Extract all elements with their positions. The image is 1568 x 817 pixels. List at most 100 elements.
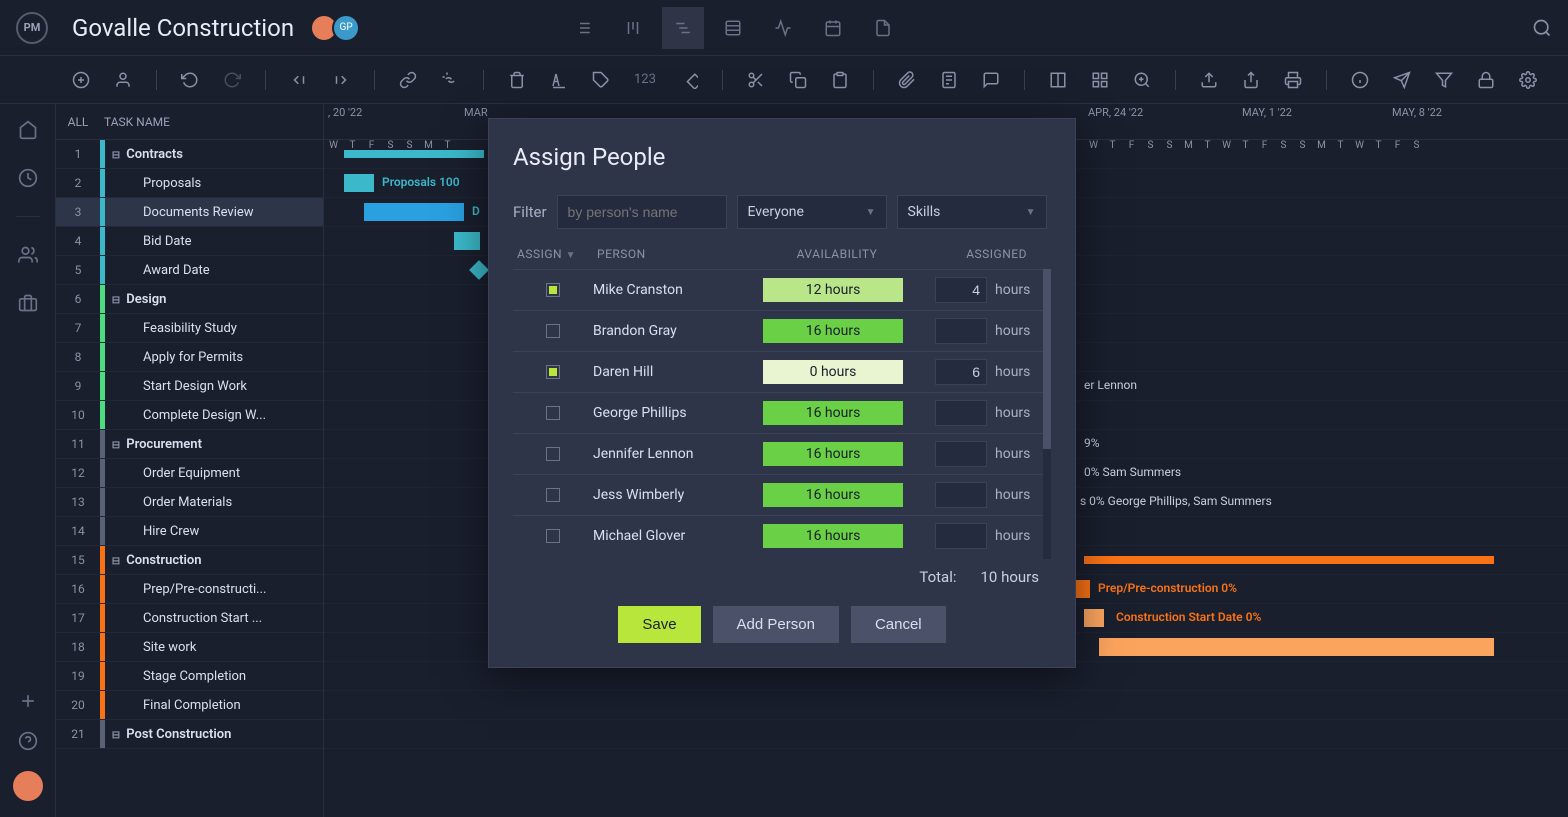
expand-icon[interactable]: ⊟ [109, 440, 123, 451]
assign-icon[interactable] [114, 71, 132, 89]
copy-icon[interactable] [789, 71, 807, 89]
gantt-bar-contracts[interactable] [344, 150, 484, 158]
assign-checkbox[interactable] [546, 324, 560, 338]
home-icon[interactable] [18, 120, 38, 140]
help-icon[interactable] [18, 731, 38, 751]
task-row[interactable]: 20 Final Completion [56, 691, 323, 720]
lock-icon[interactable] [1477, 71, 1495, 89]
diamond-icon[interactable] [680, 71, 698, 89]
task-row[interactable]: 7 Feasibility Study [56, 314, 323, 343]
assigned-hours-input[interactable] [935, 400, 987, 426]
task-header-name[interactable]: TASK NAME [100, 115, 323, 129]
task-row[interactable]: 21⊟ Post Construction [56, 720, 323, 749]
current-user-avatar[interactable] [13, 771, 43, 801]
th-person[interactable]: PERSON [597, 247, 757, 261]
grid-icon[interactable] [1091, 71, 1109, 89]
text-color-icon[interactable] [550, 71, 568, 89]
assigned-hours-input[interactable] [935, 318, 987, 344]
undo-icon[interactable] [181, 71, 199, 89]
gantt-bar-bid[interactable] [454, 232, 480, 250]
note-icon[interactable] [940, 71, 958, 89]
task-row[interactable]: 15⊟ Construction [56, 546, 323, 575]
expand-icon[interactable]: ⊟ [109, 150, 123, 161]
export-icon[interactable] [1200, 71, 1218, 89]
gantt-bar-proposals[interactable]: Proposals 100 [344, 174, 374, 192]
avatar-stack[interactable]: GP [310, 14, 354, 42]
task-row[interactable]: 19 Stage Completion [56, 662, 323, 691]
gantt-view-icon[interactable] [662, 7, 704, 49]
assigned-hours-input[interactable] [935, 441, 987, 467]
recent-icon[interactable] [18, 168, 38, 188]
expand-icon[interactable]: ⊟ [109, 556, 123, 567]
gantt-bar-sitework[interactable] [1099, 638, 1494, 656]
task-header-all[interactable]: ALL [56, 115, 100, 129]
task-row[interactable]: 13 Order Materials [56, 488, 323, 517]
task-row[interactable]: 6⊟ Design [56, 285, 323, 314]
task-row[interactable]: 12 Order Equipment [56, 459, 323, 488]
task-row[interactable]: 18 Site work [56, 633, 323, 662]
gantt-bar-prep[interactable] [1076, 580, 1090, 598]
task-row[interactable]: 5 Award Date [56, 256, 323, 285]
portfolio-icon[interactable] [18, 293, 38, 313]
filter-everyone-select[interactable]: Everyone▼ [737, 195, 887, 229]
filter-skills-select[interactable]: Skills▼ [897, 195, 1047, 229]
paste-icon[interactable] [831, 71, 849, 89]
avatar-gp[interactable]: GP [332, 14, 360, 42]
cut-icon[interactable] [747, 71, 765, 89]
link-icon[interactable] [399, 71, 417, 89]
outdent-icon[interactable] [290, 71, 308, 89]
indent-icon[interactable] [332, 71, 350, 89]
assign-checkbox[interactable] [546, 447, 560, 461]
activity-view-icon[interactable] [774, 19, 792, 37]
assign-checkbox[interactable] [546, 529, 560, 543]
redo-icon[interactable] [223, 71, 241, 89]
trash-icon[interactable] [508, 71, 526, 89]
task-row[interactable]: 11⊟ Procurement [56, 430, 323, 459]
assigned-hours-input[interactable] [935, 359, 987, 385]
settings-icon[interactable] [1519, 71, 1537, 89]
assigned-hours-input[interactable] [935, 523, 987, 549]
print-icon[interactable] [1284, 71, 1302, 89]
task-row[interactable]: 10 Complete Design W... [56, 401, 323, 430]
unlink-icon[interactable] [441, 71, 459, 89]
expand-icon[interactable]: ⊟ [109, 730, 123, 741]
tag-icon[interactable] [592, 71, 610, 89]
share-icon[interactable] [1242, 71, 1260, 89]
filter-name-input[interactable] [557, 195, 727, 229]
zoom-icon[interactable] [1133, 71, 1151, 89]
th-assign[interactable]: ASSIGN [517, 247, 562, 261]
comment-icon[interactable] [982, 71, 1000, 89]
expand-icon[interactable]: ⊟ [109, 295, 123, 306]
columns-icon[interactable] [1049, 71, 1067, 89]
gantt-bar-docs-review[interactable]: D [364, 203, 464, 221]
app-logo[interactable]: PM [16, 12, 48, 44]
search-icon[interactable] [1532, 18, 1552, 38]
sheet-view-icon[interactable] [724, 19, 742, 37]
th-assigned[interactable]: ASSIGNED [917, 247, 1047, 261]
attach-icon[interactable] [898, 71, 916, 89]
gantt-bar-construction[interactable] [1084, 556, 1494, 564]
task-row[interactable]: 9 Start Design Work [56, 372, 323, 401]
board-view-icon[interactable] [624, 19, 642, 37]
task-row[interactable]: 14 Hire Crew [56, 517, 323, 546]
assign-checkbox[interactable] [546, 406, 560, 420]
gantt-milestone-award[interactable] [469, 260, 489, 280]
assigned-hours-input[interactable] [935, 482, 987, 508]
send-icon[interactable] [1393, 71, 1411, 89]
list-view-icon[interactable] [574, 19, 592, 37]
save-button[interactable]: Save [618, 606, 700, 643]
cancel-button[interactable]: Cancel [851, 606, 946, 643]
task-row[interactable]: 1⊟ Contracts [56, 140, 323, 169]
add-icon[interactable] [72, 71, 90, 89]
task-row[interactable]: 3 Documents Review [56, 198, 323, 227]
gantt-bar-cstart[interactable] [1084, 609, 1104, 627]
task-row[interactable]: 2 Proposals [56, 169, 323, 198]
task-row[interactable]: 17 Construction Start ... [56, 604, 323, 633]
filter-icon[interactable] [1435, 71, 1453, 89]
assign-checkbox[interactable] [546, 365, 560, 379]
add-project-icon[interactable] [18, 691, 38, 711]
info-icon[interactable] [1351, 71, 1369, 89]
file-view-icon[interactable] [874, 19, 892, 37]
add-person-button[interactable]: Add Person [713, 606, 839, 643]
assigned-hours-input[interactable] [935, 277, 987, 303]
